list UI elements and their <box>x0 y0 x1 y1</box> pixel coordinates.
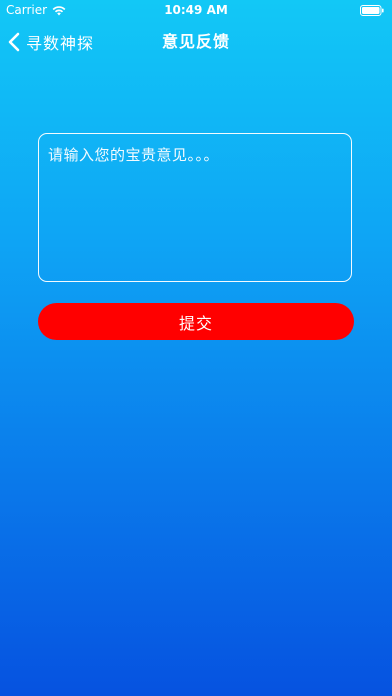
navigation-bar: 意见反馈 寻数神探 <box>0 20 392 64</box>
chevron-left-icon <box>8 32 20 52</box>
submit-button[interactable]: 提交 <box>38 303 354 340</box>
feedback-textarea[interactable] <box>39 134 351 281</box>
status-time: 10:49 AM <box>164 3 228 17</box>
back-button-label: 寻数神探 <box>26 34 95 53</box>
status-bar: Carrier 10:49 AM <box>0 0 392 20</box>
battery-full-icon <box>360 5 384 16</box>
back-button[interactable]: 寻数神探 <box>8 20 94 64</box>
feedback-screen: Carrier 10:49 AM 意见反馈 寻数神探 提交 <box>0 0 392 696</box>
feedback-textarea-container <box>38 133 352 282</box>
